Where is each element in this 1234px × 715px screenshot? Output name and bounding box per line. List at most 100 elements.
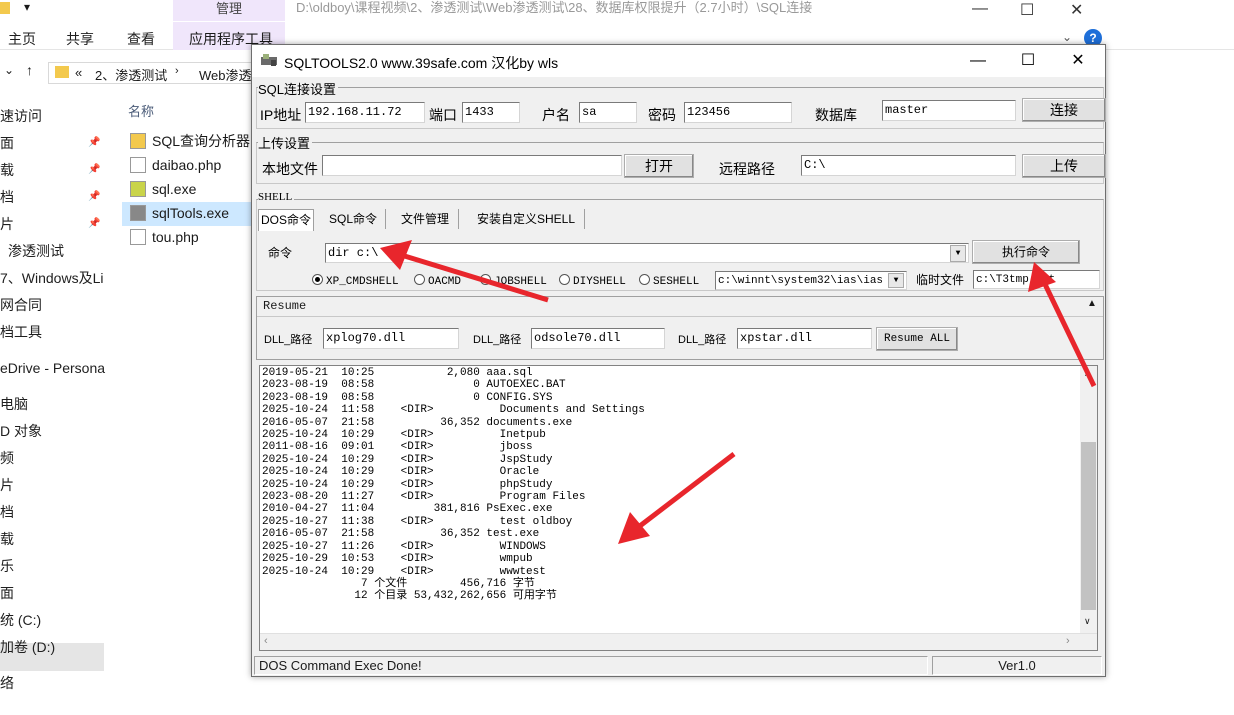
explorer-minimize-icon[interactable]: — bbox=[972, 0, 988, 18]
vertical-scrollbar[interactable]: ∧ ∨ bbox=[1080, 366, 1097, 634]
breadcrumb-overflow[interactable]: « bbox=[75, 65, 82, 80]
resume-header[interactable]: Resume ▲ bbox=[257, 297, 1103, 317]
user-input[interactable]: sa bbox=[579, 102, 637, 123]
nav-item[interactable]: 面 bbox=[0, 581, 106, 605]
dll2-input[interactable]: odsole70.dll bbox=[531, 328, 665, 349]
nav-item[interactable]: eDrive - Persona bbox=[0, 356, 106, 380]
nav-item[interactable]: 加卷 (D:) bbox=[0, 635, 106, 659]
address-input[interactable]: « 2、渗透测试 › Web渗透 bbox=[48, 62, 260, 84]
version-text: Ver1.0 bbox=[932, 656, 1102, 675]
open-button[interactable]: 打开 bbox=[624, 154, 694, 178]
local-file-input[interactable] bbox=[322, 155, 622, 176]
password-label: 密码 bbox=[648, 107, 676, 123]
sqltools-titlebar[interactable]: SQLTOOLS2.0 www.39safe.com 汉化by wls — ☐ … bbox=[252, 45, 1105, 77]
remote-path-input[interactable]: C:\ bbox=[801, 155, 1016, 176]
pin-icon[interactable]: 📌 bbox=[88, 164, 100, 175]
nav-item[interactable]: 片 bbox=[0, 473, 106, 497]
up-arrow-icon[interactable]: ↑ bbox=[26, 62, 33, 78]
scroll-left-icon[interactable]: ‹ bbox=[264, 635, 268, 647]
pin-icon[interactable]: 📌 bbox=[88, 218, 100, 229]
minimize-icon[interactable]: — bbox=[958, 49, 998, 73]
dll2-label: DLL_路径 bbox=[473, 334, 522, 346]
explorer-close-icon[interactable]: ✕ bbox=[1070, 0, 1083, 20]
file-item[interactable]: SQL查询分析器 bbox=[130, 130, 254, 152]
scroll-up-icon[interactable]: ∧ bbox=[1084, 368, 1091, 379]
nav-item[interactable]: 档 bbox=[0, 500, 106, 524]
file-item[interactable]: daibao.php bbox=[130, 154, 254, 176]
tab-custom-shell[interactable]: 安装自定义SHELL bbox=[470, 209, 582, 231]
nav-item[interactable]: 载 bbox=[0, 527, 106, 551]
command-output[interactable]: 2019-05-21 10:25 2,080 aaa.sql 2023-08-1… bbox=[259, 365, 1098, 651]
ribbon-tab-home[interactable]: 主页 bbox=[8, 29, 36, 49]
chevron-down-icon[interactable]: ▼ bbox=[888, 273, 904, 288]
close-icon[interactable]: ✕ bbox=[1058, 49, 1098, 73]
ribbon-tab-view[interactable]: 查看 bbox=[127, 29, 155, 49]
address-bar: ⌄ ↑ « 2、渗透测试 › Web渗透 bbox=[0, 58, 260, 86]
port-label: 端口 bbox=[429, 107, 457, 123]
nav-item[interactable]: 渗透测试 bbox=[0, 239, 106, 263]
database-input[interactable]: master bbox=[882, 100, 1016, 121]
tab-file-manager[interactable]: 文件管理 bbox=[394, 209, 456, 231]
horizontal-scrollbar[interactable]: ‹ › bbox=[260, 633, 1097, 650]
scroll-right-icon[interactable]: › bbox=[1066, 635, 1070, 647]
nav-item[interactable]: 7、Windows及Li bbox=[0, 266, 106, 290]
nav-item[interactable]: 电脑 bbox=[0, 392, 106, 416]
radio-diyshell[interactable]: DIYSHELL bbox=[559, 274, 626, 288]
maximize-icon[interactable]: ☐ bbox=[1008, 49, 1048, 73]
radio-oacmd[interactable]: OACMD bbox=[414, 274, 461, 288]
nav-item[interactable]: 网合同 bbox=[0, 293, 106, 317]
pin-icon[interactable]: 📌 bbox=[88, 191, 100, 202]
port-input[interactable]: 1433 bbox=[462, 102, 520, 123]
tab-sql-command[interactable]: SQL命令 bbox=[324, 209, 382, 231]
ip-input[interactable]: 192.168.11.72 bbox=[305, 102, 425, 123]
quick-access-dropdown-icon[interactable]: ▾ bbox=[24, 0, 30, 14]
execute-command-button[interactable]: 执行命令 bbox=[972, 240, 1080, 264]
nav-item[interactable]: 络 bbox=[0, 671, 106, 695]
radio-icon bbox=[639, 274, 650, 285]
radio-xp-cmdshell[interactable]: XP_CMDSHELL bbox=[312, 274, 399, 288]
shell-path-value: c:\winnt\system32\ias\ias bbox=[718, 275, 884, 287]
dll3-input[interactable]: xpstar.dll bbox=[737, 328, 872, 349]
pin-icon[interactable]: 📌 bbox=[88, 137, 100, 148]
dll1-input[interactable]: xplog70.dll bbox=[323, 328, 459, 349]
sqltools-window: SQLTOOLS2.0 www.39safe.com 汉化by wls — ☐ … bbox=[251, 44, 1106, 677]
navigation-pane: 速访问面 📌 载 📌 档 📌 片 📌 渗透测试 7、Windows及Li 网合同档工具 eDrive … bbox=[0, 100, 106, 715]
nav-item[interactable]: 频 bbox=[0, 446, 106, 470]
radio-jobshell[interactable]: JOBSHELL bbox=[480, 274, 547, 288]
breadcrumb-item[interactable]: 2、渗透测试 bbox=[95, 65, 167, 84]
file-item[interactable]: sqlTools.exe bbox=[130, 202, 254, 224]
ribbon-tab-share[interactable]: 共享 bbox=[66, 29, 94, 49]
nav-item[interactable]: D 对象 bbox=[0, 419, 106, 443]
connect-button[interactable]: 连接 bbox=[1022, 98, 1106, 122]
nav-item[interactable]: 乐 bbox=[0, 554, 106, 578]
upload-button[interactable]: 上传 bbox=[1022, 154, 1106, 178]
resume-all-button[interactable]: Resume ALL bbox=[876, 327, 958, 351]
nav-item[interactable]: 速访问 bbox=[0, 104, 106, 128]
explorer-maximize-icon[interactable]: ☐ bbox=[1020, 0, 1034, 20]
password-input[interactable]: 123456 bbox=[684, 102, 792, 123]
chevron-down-icon[interactable]: ▼ bbox=[950, 245, 966, 262]
temp-file-input[interactable]: c:\T3tmp.txt bbox=[973, 270, 1100, 289]
command-label: 命令 bbox=[268, 246, 293, 260]
scroll-thumb[interactable] bbox=[1081, 442, 1096, 610]
scroll-down-icon[interactable]: ∨ bbox=[1084, 616, 1091, 627]
collapse-up-icon[interactable]: ▲ bbox=[1087, 298, 1097, 309]
remote-path-label: 远程路径 bbox=[719, 161, 775, 177]
nav-item[interactable]: 统 (C:) bbox=[0, 608, 106, 632]
breadcrumb-sep-icon: › bbox=[175, 65, 179, 77]
file-item[interactable]: sql.exe bbox=[130, 178, 254, 200]
command-input[interactable]: dir c:\ ▼ bbox=[325, 243, 969, 263]
shell-path-select[interactable]: c:\winnt\system32\ias\ias ▼ bbox=[715, 271, 907, 290]
ribbon-collapse-icon[interactable]: ⌄ bbox=[1062, 30, 1072, 44]
tab-dos-command[interactable]: DOS命令 bbox=[258, 209, 314, 231]
file-icon bbox=[130, 157, 146, 173]
nav-dropdown-icon[interactable]: ⌄ bbox=[4, 63, 14, 77]
folder-icon bbox=[0, 2, 10, 14]
nav-item[interactable]: 档工具 bbox=[0, 320, 106, 344]
tab-separator bbox=[385, 209, 386, 229]
radio-seshell[interactable]: SESHELL bbox=[639, 274, 699, 288]
ribbon-tab-manage[interactable]: 管理 bbox=[173, 0, 285, 21]
resume-label: Resume bbox=[263, 299, 307, 313]
file-item[interactable]: tou.php bbox=[130, 226, 254, 248]
breadcrumb-item[interactable]: Web渗透 bbox=[199, 65, 252, 84]
